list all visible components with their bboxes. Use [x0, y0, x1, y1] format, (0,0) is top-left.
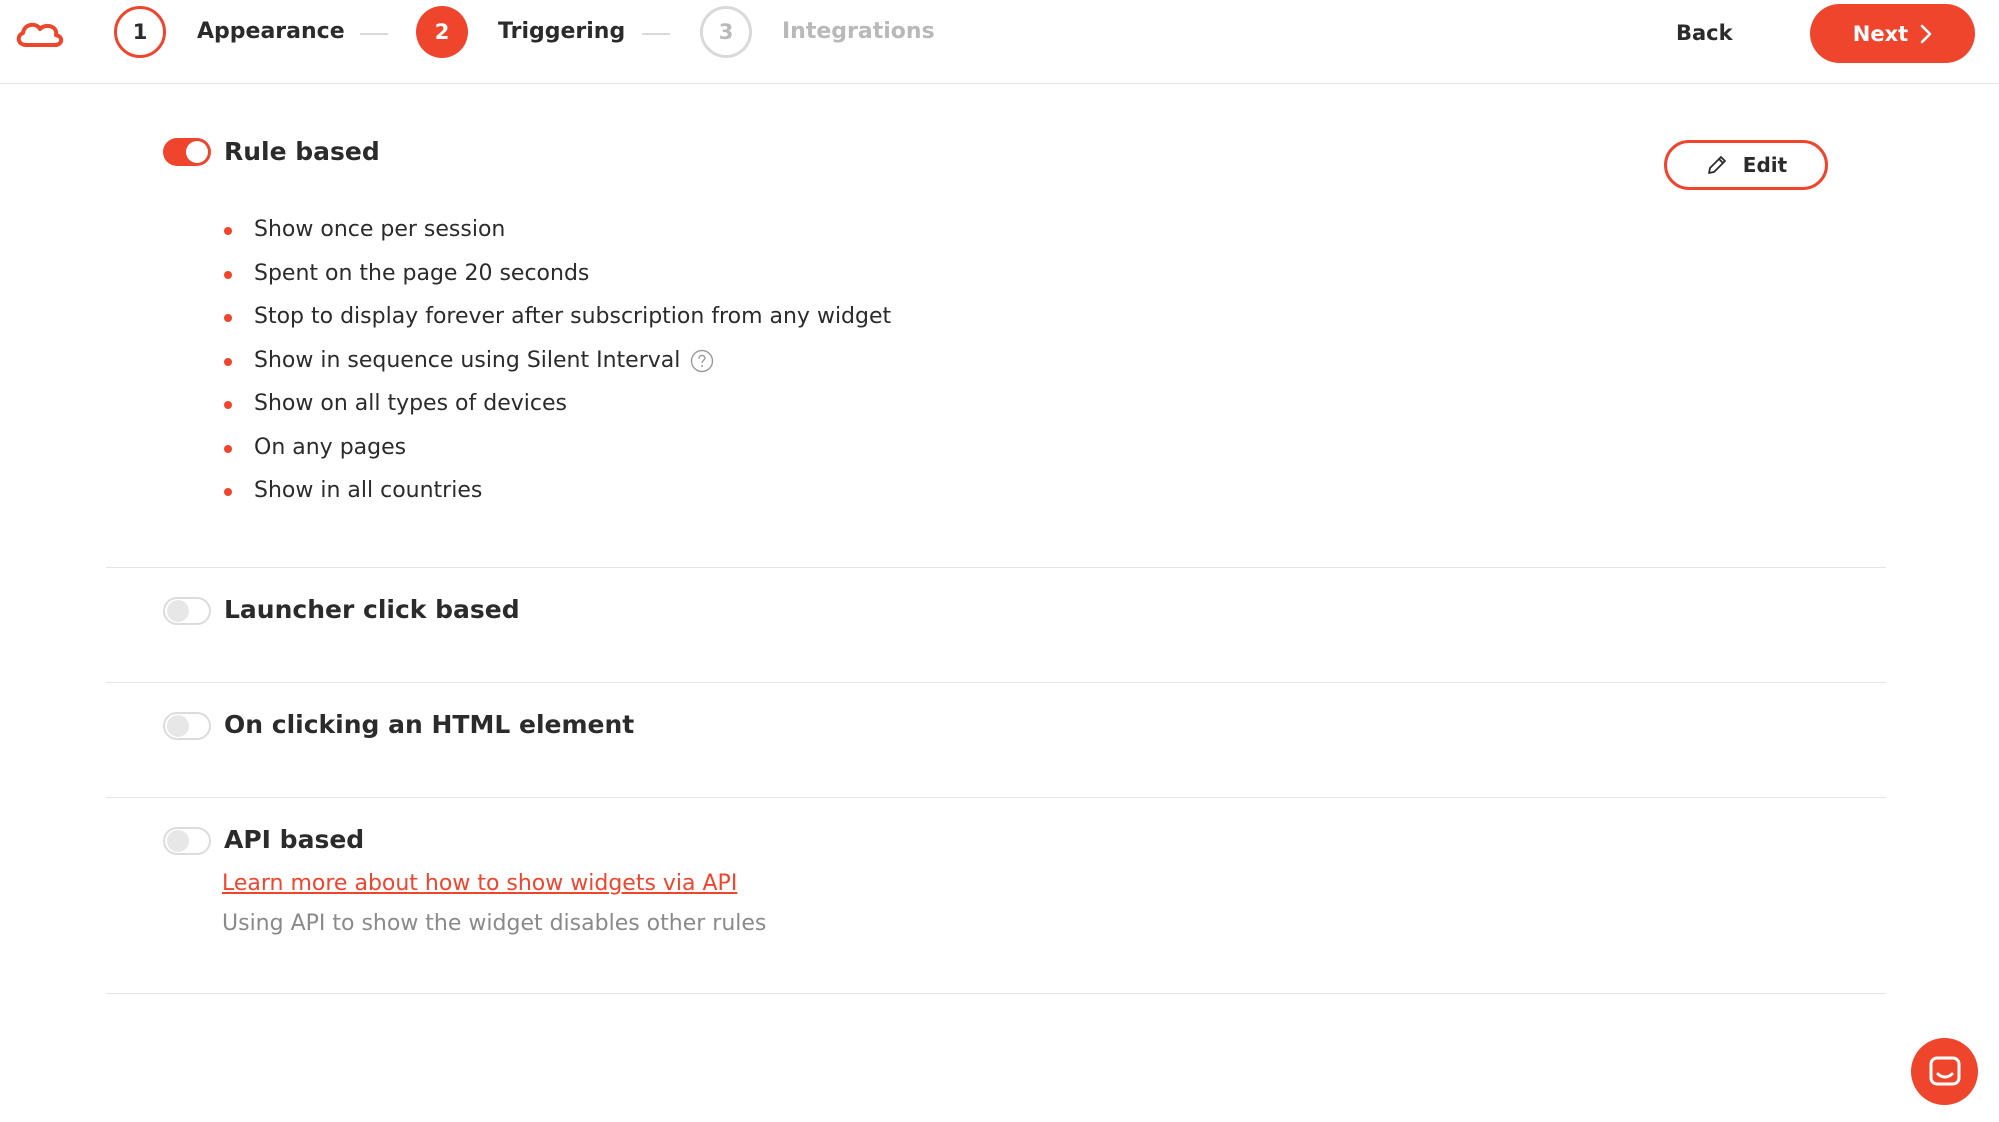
step-3-circle[interactable]: 3 — [700, 6, 752, 58]
api-based-title: API based — [224, 825, 365, 854]
edit-button-label: Edit — [1742, 153, 1788, 177]
bullet-dot — [224, 488, 232, 496]
rule-text: On any pages — [254, 434, 407, 460]
launcher-click-toggle[interactable] — [163, 597, 211, 625]
step-3-label[interactable]: Integrations — [782, 17, 935, 47]
api-learn-more-link[interactable]: Learn more about how to show widgets via… — [222, 868, 737, 900]
list-item: Stop to display forever after subscripti… — [224, 301, 891, 345]
list-item: Spent on the page 20 seconds — [224, 258, 891, 302]
rule-text: Show in sequence using Silent Interval — [254, 347, 681, 373]
back-button[interactable]: Back — [1676, 16, 1733, 50]
logo-icon[interactable] — [14, 18, 66, 50]
step-2-circle[interactable]: 2 — [416, 6, 468, 58]
html-element-title: On clicking an HTML element — [224, 710, 635, 739]
section-divider — [106, 993, 1886, 994]
help-icon[interactable] — [690, 349, 714, 373]
chevron-right-icon — [1920, 24, 1932, 43]
section-divider — [106, 567, 1886, 568]
pencil-icon — [1707, 156, 1726, 174]
api-based-toggle[interactable] — [163, 827, 211, 855]
list-item: Show once per session — [224, 214, 891, 258]
step-2-number: 2 — [434, 20, 450, 44]
section-divider — [106, 797, 1886, 798]
step-1-circle[interactable]: 1 — [114, 6, 166, 58]
step-1-label[interactable]: Appearance — [197, 17, 345, 47]
list-item: Show in all countries — [224, 475, 891, 519]
rule-text: Show in all countries — [254, 478, 483, 503]
toggle-knob — [167, 600, 189, 622]
bullet-dot — [224, 314, 232, 322]
bullet-dot — [224, 270, 232, 279]
list-item: Show on all types of devices — [224, 388, 891, 432]
step-separator — [360, 33, 388, 35]
rule-text: Show once per session — [254, 217, 506, 242]
step-separator — [642, 33, 670, 35]
list-item: On any pages — [224, 432, 891, 476]
section-divider — [106, 682, 1886, 683]
rule-text: Spent on the page 20 seconds — [254, 260, 590, 286]
list-item: Show in sequence using Silent Interval — [224, 345, 891, 389]
bullet-dot — [224, 357, 232, 366]
html-element-toggle[interactable] — [163, 712, 211, 740]
chat-icon — [1929, 1056, 1960, 1085]
bullet-dot — [224, 401, 232, 409]
edit-button[interactable]: Edit — [1664, 140, 1828, 190]
step-2-label[interactable]: Triggering — [498, 17, 625, 47]
bullet-dot — [224, 444, 232, 453]
toggle-knob — [167, 715, 189, 737]
top-bar: 1 Appearance 2 Triggering 3 Integrations… — [0, 0, 1999, 84]
toggle-knob — [167, 830, 189, 852]
step-1-number: 1 — [132, 20, 148, 44]
launcher-click-title: Launcher click based — [224, 595, 520, 624]
next-button[interactable]: Next — [1810, 4, 1975, 63]
rule-text: Show on all types of devices — [254, 391, 567, 416]
rule-text: Stop to display forever after subscripti… — [254, 304, 892, 329]
chat-button[interactable] — [1911, 1038, 1978, 1105]
step-3-number: 3 — [718, 20, 734, 44]
rule-list: Show once per session Spent on the page … — [224, 214, 891, 519]
api-note: Using API to show the widget disables ot… — [222, 911, 767, 936]
rule-based-title: Rule based — [224, 137, 380, 166]
next-button-label: Next — [1852, 21, 1909, 46]
toggle-knob — [186, 141, 208, 163]
bullet-dot — [224, 227, 232, 235]
rule-based-toggle[interactable] — [163, 138, 211, 166]
